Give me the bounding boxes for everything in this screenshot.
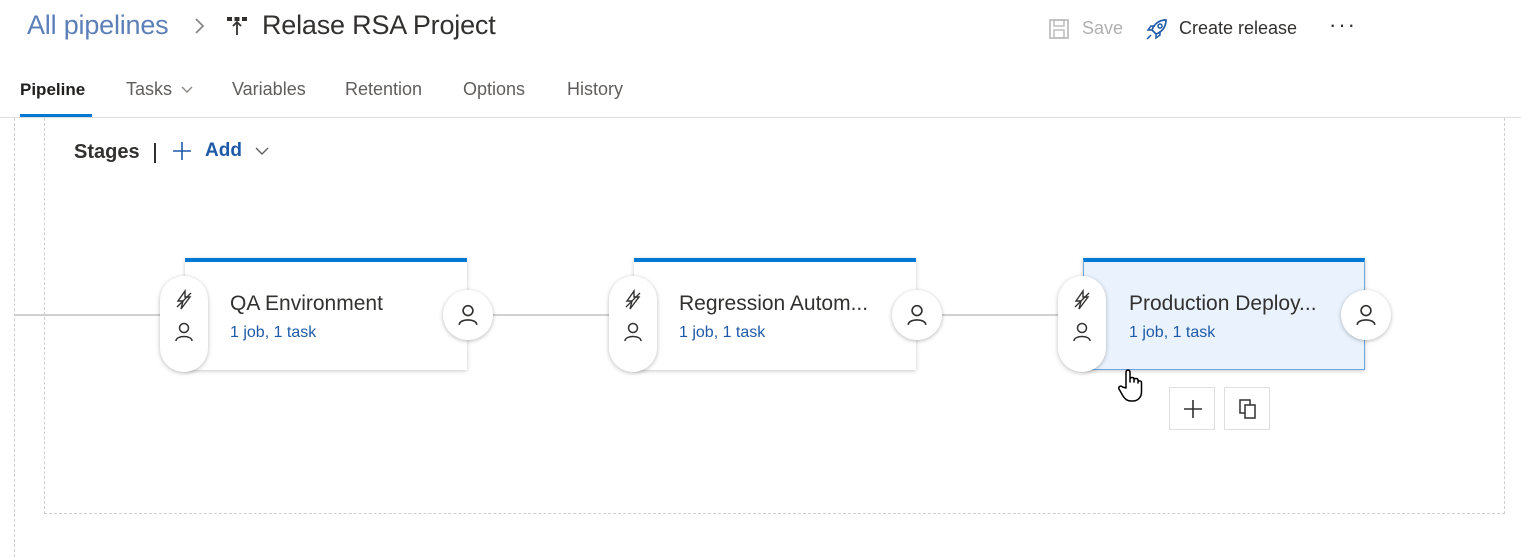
create-release-button[interactable]: Create release [1179,18,1297,39]
tab-variables[interactable]: Variables [232,79,306,100]
artifact-connector [14,314,160,316]
pre-deployment-conditions [1058,276,1106,372]
person-icon[interactable] [173,321,195,343]
clone-stage-button[interactable] [1224,387,1270,430]
person-icon [458,304,478,326]
chevron-down-icon[interactable] [253,144,271,158]
add-stage-button[interactable]: Add [205,140,242,162]
stage-name: Regression Autom... [679,292,869,315]
tab-pipeline[interactable]: Pipeline [20,80,85,100]
person-icon [907,304,927,326]
artifacts-column-border [14,118,15,557]
post-deployment-approval-button[interactable] [892,290,942,340]
breadcrumb-all-pipelines[interactable]: All pipelines [27,10,169,41]
add-stage-after-button[interactable] [1169,387,1215,430]
tab-tasks-label: Tasks [126,79,173,99]
stages-toolbar-divider [154,143,156,163]
save-icon [1049,19,1069,39]
plus-icon [1184,400,1202,418]
rocket-icon [1146,19,1167,40]
save-button[interactable]: Save [1082,18,1123,39]
stage-name: Production Deploy... [1129,292,1317,315]
stage-connector [941,314,1059,316]
stage-tasks-link[interactable]: 1 job, 1 task [230,324,316,342]
tab-tasks[interactable]: Tasks [126,79,194,100]
pipeline-title: Relase RSA Project [262,10,496,40]
tab-options[interactable]: Options [463,79,525,100]
hand-cursor-icon [1118,369,1143,402]
person-icon[interactable] [622,321,644,343]
stage-card-production-deployment[interactable]: Production Deploy... 1 job, 1 task [1083,258,1365,370]
person-icon [1356,304,1376,326]
stage-card-qa-environment[interactable]: QA Environment 1 job, 1 task [185,258,467,370]
lightning-icon[interactable] [622,289,644,311]
person-icon[interactable] [1071,321,1093,343]
release-pipeline-icon [227,17,247,35]
pre-deployment-conditions [609,276,657,372]
stage-tasks-link[interactable]: 1 job, 1 task [1129,324,1215,342]
lightning-icon[interactable] [1071,289,1093,311]
add-stage-plus-icon[interactable] [171,139,193,163]
stage-connector [492,314,610,316]
tab-retention[interactable]: Retention [345,79,422,100]
clone-icon [1239,399,1256,419]
stage-tasks-link[interactable]: 1 job, 1 task [679,324,765,342]
pre-deployment-conditions [160,276,208,372]
chevron-down-icon [181,86,193,94]
chevron-right-icon [195,18,205,34]
more-actions-button[interactable]: ··· [1329,12,1357,38]
tab-history[interactable]: History [567,79,623,100]
post-deployment-approval-button[interactable] [443,290,493,340]
lightning-icon[interactable] [173,289,195,311]
stage-card-regression-automation[interactable]: Regression Autom... 1 job, 1 task [634,258,916,370]
post-deployment-approval-button[interactable] [1341,290,1391,340]
stages-heading: Stages [74,141,140,163]
stage-name: QA Environment [230,292,383,315]
